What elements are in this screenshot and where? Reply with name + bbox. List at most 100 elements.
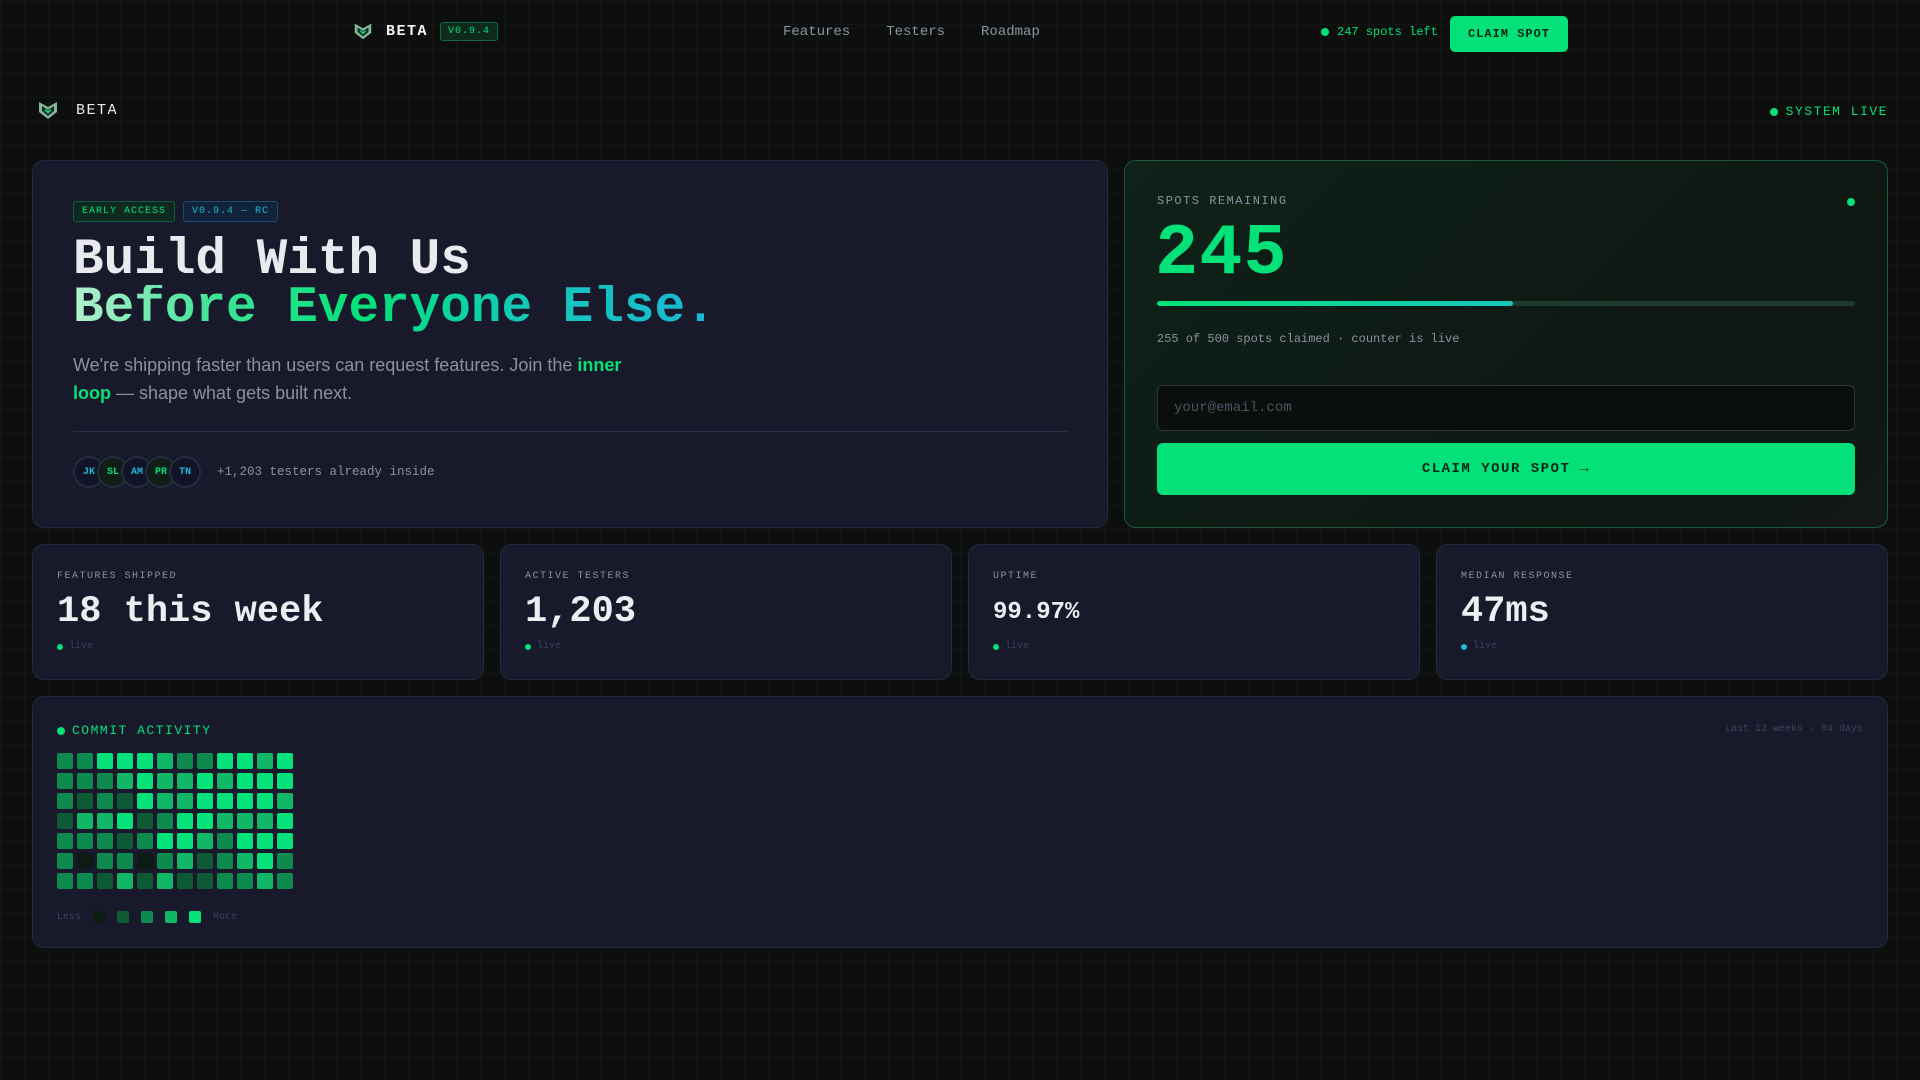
nav-brand[interactable]: BETA V0.9.4 xyxy=(352,20,499,42)
heatmap-cell xyxy=(177,833,193,849)
heatmap-cell xyxy=(137,873,153,889)
heatmap-cell xyxy=(177,873,193,889)
claim-spot-button[interactable]: CLAIM SPOT xyxy=(1450,16,1568,52)
hero-divider xyxy=(73,431,1067,432)
hero-tags: EARLY ACCESS V0.9.4 — RC xyxy=(73,201,279,222)
heatmap-cell xyxy=(217,853,233,869)
heatmap-cell xyxy=(97,793,113,809)
heatmap-cell xyxy=(77,813,93,829)
spots-count: 245 xyxy=(1155,213,1288,295)
stat-value: 1,203 xyxy=(525,591,637,633)
heatmap-cell xyxy=(117,773,133,789)
heatmap-cell xyxy=(237,813,253,829)
avatar-stack: JK SL AM PR TN xyxy=(73,456,201,488)
heatmap-cell xyxy=(77,793,93,809)
system-status: SYSTEM LIVE xyxy=(1769,104,1888,119)
heatmap-cell xyxy=(137,853,153,869)
heatmap-cell xyxy=(137,753,153,769)
heatmap-cell xyxy=(217,793,233,809)
spots-left-indicator: 247 spots left xyxy=(1321,25,1438,39)
heatmap-cell xyxy=(277,853,293,869)
heatmap-cell xyxy=(57,813,73,829)
heatmap-cell xyxy=(277,753,293,769)
version-tag: V0.9.4 — RC xyxy=(183,201,279,222)
stat-live-indicator: live xyxy=(993,641,1029,652)
heatmap-cell xyxy=(237,853,253,869)
heatmap-legend: Less More xyxy=(57,911,237,923)
heatmap-cell xyxy=(217,813,233,829)
heatmap-cell xyxy=(117,813,133,829)
hero-subtitle-before: We're shipping faster than users can req… xyxy=(73,355,578,375)
nav-link-testers[interactable]: Testers xyxy=(886,24,945,40)
top-nav: BETA V0.9.4 Features Testers Roadmap 247… xyxy=(0,0,1920,66)
email-field[interactable] xyxy=(1157,385,1855,431)
logo-icon xyxy=(36,98,60,122)
heatmap-cell xyxy=(177,813,193,829)
heatmap-cell xyxy=(237,793,253,809)
heatmap-cell xyxy=(157,753,173,769)
heatmap-cell xyxy=(277,873,293,889)
spots-progress-bar xyxy=(1157,301,1855,306)
stat-card-uptime: UPTIME 99.97% live xyxy=(968,544,1420,680)
subbar-brand[interactable]: BETA xyxy=(36,98,118,122)
heatmap-cell xyxy=(237,753,253,769)
legend-swatch xyxy=(141,911,154,923)
stat-value: 99.97% xyxy=(993,599,1080,626)
hero-title-line2: Before Everyone Else. xyxy=(73,280,716,337)
activity-title-text: COMMIT ACTIVITY xyxy=(72,723,212,738)
heatmap-cell xyxy=(97,773,113,789)
heatmap-cell xyxy=(277,773,293,789)
stat-live-indicator: live xyxy=(525,641,561,652)
heatmap-cell xyxy=(277,793,293,809)
heatmap-cell xyxy=(117,853,133,869)
heatmap-cell xyxy=(77,853,93,869)
heatmap-cell xyxy=(77,833,93,849)
nav-link-features[interactable]: Features xyxy=(783,24,850,40)
heatmap-cell xyxy=(117,793,133,809)
heatmap-cell xyxy=(197,753,213,769)
heatmap-cell xyxy=(217,753,233,769)
stat-live-indicator: live xyxy=(57,641,93,652)
heatmap-cell xyxy=(57,753,73,769)
stat-card-features: FEATURES SHIPPED 18 this week live xyxy=(32,544,484,680)
heatmap-cell xyxy=(277,833,293,849)
heatmap-cell xyxy=(57,773,73,789)
heatmap-cell xyxy=(97,753,113,769)
live-dot-icon xyxy=(1461,643,1467,650)
heatmap-cell xyxy=(257,853,273,869)
stat-live-text: live xyxy=(1473,641,1498,652)
heatmap-cell xyxy=(237,873,253,889)
heatmap-cell xyxy=(177,753,193,769)
heatmap-cell xyxy=(97,873,113,889)
heatmap-cell xyxy=(137,773,153,789)
stat-live-text: live xyxy=(1005,641,1030,652)
heatmap-cell xyxy=(177,853,193,869)
spots-note: 255 of 500 spots claimed · counter is li… xyxy=(1157,332,1460,346)
heatmap-cell xyxy=(157,813,173,829)
testers-count-text: +1,203 testers already inside xyxy=(217,465,435,479)
heatmap-cell xyxy=(237,773,253,789)
stat-card-testers: ACTIVE TESTERS 1,203 live xyxy=(500,544,952,680)
legend-swatch xyxy=(93,911,106,923)
heatmap-cell xyxy=(197,793,213,809)
stat-card-response: MEDIAN RESPONSE 47ms live xyxy=(1436,544,1888,680)
heatmap-cell xyxy=(117,873,133,889)
heatmap-cell xyxy=(77,873,93,889)
legend-more: More xyxy=(213,911,238,923)
heatmap-cell xyxy=(257,793,273,809)
hero-title-line1: Build With Us xyxy=(73,232,471,289)
live-dot-icon xyxy=(57,643,63,650)
heatmap-cell xyxy=(197,853,213,869)
heatmap-cell xyxy=(157,873,173,889)
heatmap-cell xyxy=(197,813,213,829)
heatmap-cell xyxy=(157,793,173,809)
heatmap-cell xyxy=(157,833,173,849)
claim-your-spot-button[interactable]: CLAIM YOUR SPOT → xyxy=(1157,443,1855,495)
stat-label: FEATURES SHIPPED xyxy=(57,571,178,582)
nav-link-roadmap[interactable]: Roadmap xyxy=(981,24,1040,40)
legend-swatch xyxy=(189,911,202,923)
hero-title: Build With Us Before Everyone Else. xyxy=(73,232,716,337)
heatmap-cell xyxy=(157,773,173,789)
status-dot-icon xyxy=(1769,107,1778,116)
heatmap-cell xyxy=(217,873,233,889)
